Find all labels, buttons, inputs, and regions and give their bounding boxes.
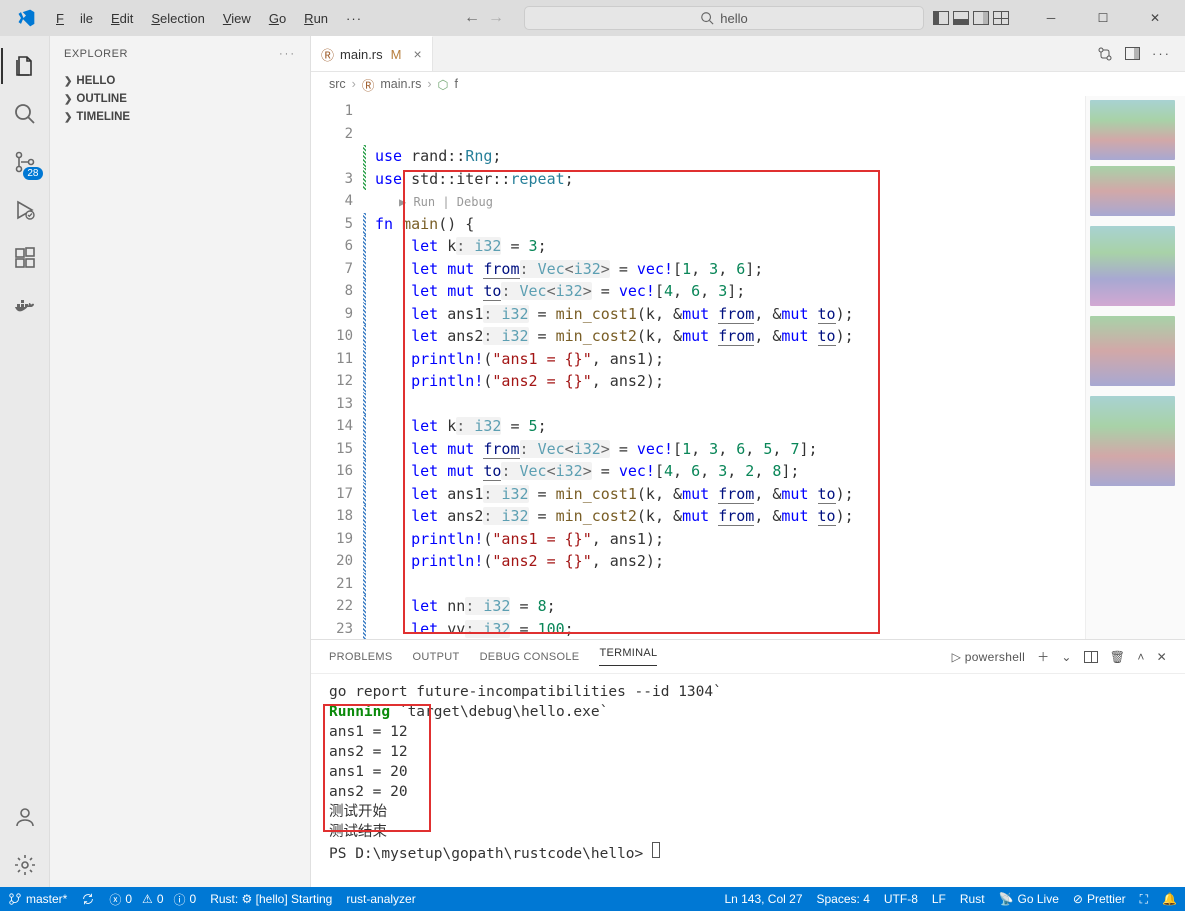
scm-badge: 28: [23, 167, 42, 180]
section-hello[interactable]: ❯HELLO: [50, 72, 310, 90]
search-text: hello: [720, 11, 747, 26]
search-icon: [700, 11, 714, 25]
menu-go[interactable]: Go: [261, 7, 294, 30]
status-prettier[interactable]: ⊘ Prettier: [1073, 892, 1126, 907]
compare-changes-icon[interactable]: [1097, 46, 1113, 62]
menu-run[interactable]: Run: [296, 7, 336, 30]
status-sync[interactable]: [81, 892, 95, 906]
code-editor[interactable]: 1234567891011121314151617181920212223 us…: [311, 96, 1185, 639]
activity-bar: 28: [0, 36, 50, 887]
activity-settings[interactable]: [1, 843, 49, 887]
status-feedback-icon[interactable]: ⛶: [1140, 892, 1148, 907]
status-branch[interactable]: master*: [8, 892, 67, 906]
status-bell-icon[interactable]: 🔔: [1162, 892, 1177, 907]
tab-main-rs[interactable]: Ⓡ main.rs M ×: [311, 36, 433, 71]
command-center[interactable]: hello: [524, 6, 924, 30]
nav-back-icon[interactable]: ←: [464, 9, 480, 27]
explorer-more-icon[interactable]: ···: [279, 48, 296, 60]
panel-tabs: PROBLEMS OUTPUT DEBUG CONSOLE TERMINAL ▷…: [311, 640, 1185, 674]
new-terminal-icon[interactable]: ＋: [1037, 648, 1049, 665]
toggle-secondary-icon[interactable]: [973, 11, 989, 25]
status-encoding[interactable]: UTF-8: [884, 892, 918, 907]
explorer-title: EXPLORER: [64, 48, 128, 60]
section-outline[interactable]: ❯OUTLINE: [50, 90, 310, 108]
menu-selection[interactable]: Selection: [143, 7, 212, 30]
panel-maximize-icon[interactable]: ˄: [1137, 650, 1144, 664]
menu-edit[interactable]: Edit: [103, 7, 141, 30]
activity-docker[interactable]: [1, 284, 49, 328]
window-maximize[interactable]: ☐: [1081, 3, 1125, 33]
status-rust-analyzer[interactable]: rust-analyzer: [346, 892, 415, 906]
section-timeline[interactable]: ❯TIMELINE: [50, 108, 310, 126]
tab-bar: Ⓡ main.rs M × ···: [311, 36, 1185, 72]
menu-view[interactable]: View: [215, 7, 259, 30]
breadcrumb[interactable]: src› Ⓡmain.rs› ⬡f: [311, 72, 1185, 96]
activity-explorer[interactable]: [1, 44, 49, 88]
nav-forward-icon[interactable]: →: [488, 9, 504, 27]
rust-file-icon: Ⓡ: [321, 45, 334, 64]
tab-close-icon[interactable]: ×: [413, 46, 421, 62]
status-spaces[interactable]: Spaces: 4: [817, 892, 870, 907]
activity-debug[interactable]: [1, 188, 49, 232]
split-editor-icon[interactable]: [1125, 47, 1140, 60]
menu-bar: File Edit Selection View Go Run ···: [48, 7, 370, 30]
vscode-logo-icon: [16, 8, 36, 28]
tab-filename: main.rs: [340, 47, 383, 62]
status-bar: master* ⓧ 0 ⚠ 0 ⓘ 0 Rust: ⚙ [hello] Star…: [0, 887, 1185, 911]
panel-tab-output[interactable]: OUTPUT: [413, 651, 460, 663]
panel-close-icon[interactable]: ✕: [1157, 650, 1167, 664]
code-content[interactable]: use rand::Rng;use std::iter::repeat;▶ Ru…: [363, 96, 1085, 639]
line-gutter: 1234567891011121314151617181920212223: [311, 96, 363, 639]
terminal-profile-label[interactable]: ▷ powershell: [952, 650, 1026, 664]
bottom-panel: PROBLEMS OUTPUT DEBUG CONSOLE TERMINAL ▷…: [311, 639, 1185, 887]
terminal-content[interactable]: go report future-incompatibilities --id …: [311, 674, 1185, 887]
status-problems[interactable]: ⓧ 0 ⚠ 0 ⓘ 0: [109, 891, 196, 908]
panel-tab-terminal[interactable]: TERMINAL: [599, 647, 657, 666]
panel-tab-problems[interactable]: PROBLEMS: [329, 651, 393, 663]
nav-arrows: ← →: [464, 9, 504, 27]
window-close[interactable]: ✕: [1133, 3, 1177, 33]
split-terminal-icon[interactable]: [1084, 651, 1098, 663]
activity-extensions[interactable]: [1, 236, 49, 280]
activity-scm[interactable]: 28: [1, 140, 49, 184]
activity-search[interactable]: [1, 92, 49, 136]
kill-terminal-icon[interactable]: 🗑: [1110, 650, 1126, 664]
status-eol[interactable]: LF: [932, 892, 946, 907]
panel-tab-debug[interactable]: DEBUG CONSOLE: [480, 651, 580, 663]
minimap[interactable]: [1085, 96, 1185, 639]
activity-account[interactable]: [1, 795, 49, 839]
editor-group: Ⓡ main.rs M × ··· src› Ⓡmain.rs› ⬡f 1234…: [311, 36, 1185, 887]
terminal-dropdown-icon[interactable]: ⌄: [1061, 650, 1071, 664]
window-minimize[interactable]: ─: [1029, 3, 1073, 33]
status-lang[interactable]: Rust: [960, 892, 985, 907]
status-rust-analyzer-status[interactable]: Rust: ⚙ [hello] Starting: [210, 892, 332, 906]
status-golive[interactable]: 📡 Go Live: [999, 892, 1059, 907]
toggle-sidebar-icon[interactable]: [933, 11, 949, 25]
tab-more-icon[interactable]: ···: [1152, 46, 1171, 61]
title-bar: File Edit Selection View Go Run ··· ← → …: [0, 0, 1185, 36]
customize-layout-icon[interactable]: [993, 11, 1009, 25]
toggle-panel-icon[interactable]: [953, 11, 969, 25]
layout-controls: [933, 11, 1009, 25]
menu-file[interactable]: File: [48, 7, 101, 30]
status-cursor[interactable]: Ln 143, Col 27: [724, 892, 802, 907]
tab-modified-indicator: M: [391, 47, 402, 62]
sidebar: EXPLORER ··· ❯HELLO ❯OUTLINE ❯TIMELINE: [50, 36, 311, 887]
menu-more[interactable]: ···: [338, 7, 370, 30]
